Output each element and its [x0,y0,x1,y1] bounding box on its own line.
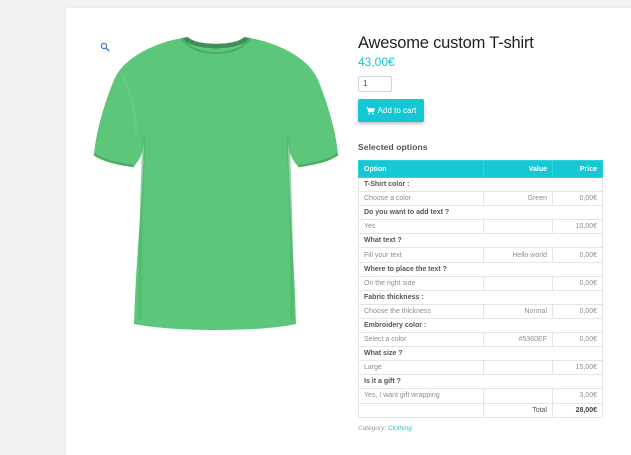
table-row: Choose the thickness Normal 0,00€ [358,303,603,319]
option-group-title: Where to place the text ? [358,261,603,277]
value-cell [483,275,553,291]
value-cell: Normal [483,303,553,319]
option-group-row: T-Shirt color : [358,176,603,193]
option-group-title: Fabric thickness : [358,289,603,305]
selected-options-table: Option Value Price T-Shirt color : Choos… [358,160,603,418]
product-image[interactable] [92,34,340,334]
table-row: On the right side 0,00€ [358,275,603,291]
option-group-title: Is it a gift ? [358,374,603,390]
option-group-row: What text ? [358,233,603,249]
price-cell: 15,00€ [552,360,603,376]
add-to-cart-button[interactable]: Add to cart [358,99,424,122]
value-cell [483,388,553,404]
value-cell [483,360,553,376]
column-header-price: Price [552,160,603,178]
table-row: Choose a color Green 0,00€ [358,191,603,207]
add-to-cart-label: Add to cart [377,106,417,115]
price-cell: 3,00€ [552,388,603,404]
column-header-option: Option [358,160,484,178]
option-group-row: Is it a gift ? [358,374,603,390]
total-value: 28,00€ [552,402,603,418]
option-group-title: What size ? [358,346,603,362]
option-group-row: What size ? [358,346,603,362]
option-group-row: Do you want to add text ? [358,205,603,221]
option-group-title: Do you want to add text ? [358,205,603,221]
option-group-row: Embroidery color : [358,317,603,334]
total-row: Total 28,00€ [358,402,603,418]
category-link[interactable]: Clothing [388,425,412,432]
option-group-title: What text ? [358,233,603,249]
column-header-value: Value [483,160,553,178]
option-cell: Choose a color [358,191,484,207]
selected-options-heading: Selected options [358,142,428,152]
price-cell: 0,00€ [552,191,603,207]
price-cell: 0,00€ [552,332,603,348]
table-row: Yes 10,00€ [358,219,603,235]
option-cell: On the right side [358,275,484,291]
option-cell: Yes [358,219,484,235]
total-spacer-cell [358,402,484,418]
product-title: Awesome custom T-shirt [358,34,534,52]
option-cell: Large [358,360,484,376]
option-cell: Fill your text [358,247,484,263]
category-line: Category: Clothing [358,425,412,432]
price-cell: 0,00€ [552,275,603,291]
option-group-row: Fabric thickness : [358,289,603,305]
value-cell: #5360EF [483,332,553,348]
option-cell: Select a color [358,332,484,348]
value-cell: Green [483,191,553,207]
value-cell [483,219,553,235]
table-row: Large 15,00€ [358,360,603,376]
cart-icon [365,106,375,115]
category-label: Category: [358,425,387,432]
value-cell: Hello world [483,247,553,263]
quantity-input[interactable] [358,76,392,92]
product-price: 43,00€ [358,55,395,69]
total-label: Total [483,402,553,418]
table-row: Yes, I want gift wrapping 3,00€ [358,388,603,404]
price-cell: 0,00€ [552,247,603,263]
option-group-row: Where to place the text ? [358,261,603,277]
table-row: Fill your text Hello world 0,00€ [358,247,603,263]
option-group-title: T-Shirt color : [358,176,603,193]
table-row: Select a color #5360EF 0,00€ [358,332,603,348]
option-cell: Yes, I want gift wrapping [358,388,484,404]
price-cell: 10,00€ [552,219,603,235]
price-cell: 0,00€ [552,303,603,319]
option-group-title: Embroidery color : [358,317,603,334]
table-header-row: Option Value Price [358,160,603,178]
option-cell: Choose the thickness [358,303,484,319]
